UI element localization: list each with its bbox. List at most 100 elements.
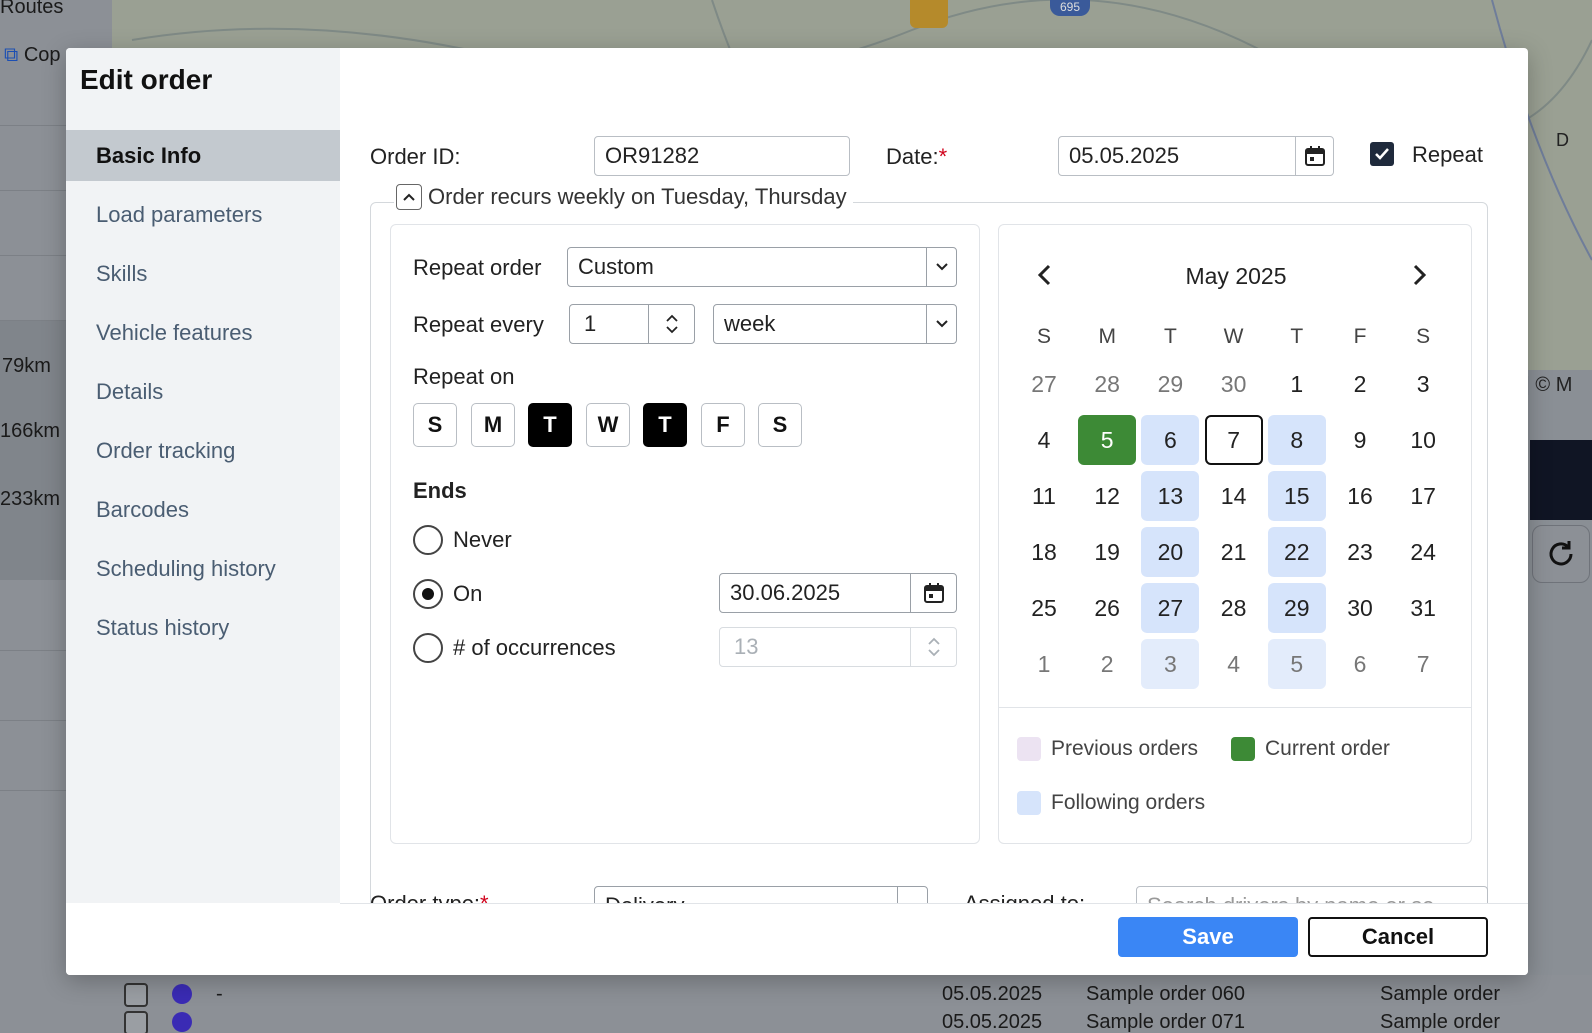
calendar-day[interactable]: 12 — [1078, 471, 1136, 521]
nav-item-barcodes[interactable]: Barcodes — [66, 484, 340, 535]
save-button[interactable]: Save — [1118, 917, 1298, 957]
nav-item-basic-info[interactable]: Basic Info — [66, 130, 340, 181]
end-date-field[interactable]: 30.06.2025 — [719, 573, 957, 613]
row-id: - — [216, 983, 223, 1005]
calendar-day[interactable]: 30 — [1205, 359, 1263, 409]
routes-tab[interactable]: Routes — [0, 0, 63, 19]
background-table-row[interactable]: - 05.05.2025 Sample order 060 Sample ord… — [104, 975, 1592, 1033]
calendar-day[interactable]: 13 — [1141, 471, 1200, 521]
following-orders-label: Following orders — [1051, 791, 1206, 814]
distance-1: 79km — [2, 355, 51, 377]
calendar-day[interactable]: 25 — [1015, 583, 1073, 633]
ends-on-radio[interactable] — [413, 579, 443, 609]
chevron-up-icon[interactable] — [665, 314, 678, 322]
ends-never-radio[interactable] — [413, 525, 443, 555]
calendar-day[interactable]: 22 — [1267, 527, 1326, 577]
calendar-day[interactable]: 21 — [1205, 527, 1263, 577]
calendar-day[interactable]: 17 — [1394, 471, 1452, 521]
calendar-day[interactable]: 26 — [1078, 583, 1136, 633]
map-marker-icon[interactable] — [910, 0, 948, 28]
calendar-day[interactable]: 1 — [1268, 359, 1326, 409]
calendar-icon[interactable] — [910, 574, 956, 612]
next-month-button[interactable] — [1409, 263, 1429, 292]
calendar-day[interactable]: 23 — [1331, 527, 1389, 577]
order-id-field[interactable]: OR91282 — [594, 136, 850, 176]
nav-item-order-tracking[interactable]: Order tracking — [66, 425, 340, 476]
current-order-swatch — [1231, 737, 1255, 761]
repeat-checkbox[interactable] — [1370, 142, 1394, 166]
calendar-day[interactable]: 1 — [1015, 639, 1073, 689]
calendar-day[interactable]: 4 — [1205, 639, 1263, 689]
chevron-down-icon[interactable] — [665, 326, 678, 334]
calendar-day[interactable]: 8 — [1267, 415, 1326, 465]
calendar-day[interactable]: 16 — [1331, 471, 1389, 521]
copy-button[interactable]: ⧉ Cop — [4, 44, 61, 67]
nav-item-load-parameters[interactable]: Load parameters — [66, 189, 340, 240]
recurrence-summary-header[interactable]: Order recurs weekly on Tuesday, Thursday — [394, 184, 853, 210]
weekday-wednesday[interactable]: W — [586, 403, 630, 447]
calendar-day[interactable]: 27 — [1141, 583, 1200, 633]
weekday-saturday[interactable]: S — [758, 403, 802, 447]
calendar-day[interactable]: 3 — [1394, 359, 1452, 409]
row-checkbox[interactable] — [124, 1011, 148, 1033]
calendar-day[interactable]: 5 — [1078, 415, 1137, 465]
calendar-day[interactable]: 31 — [1394, 583, 1452, 633]
map-label: D — [1556, 130, 1569, 150]
calendar-divider — [999, 707, 1471, 708]
never-label: Never — [453, 527, 512, 552]
calendar-day[interactable]: 20 — [1141, 527, 1200, 577]
calendar-day[interactable]: 7 — [1394, 639, 1452, 689]
calendar-day[interactable]: 4 — [1015, 415, 1073, 465]
ends-label: Ends — [413, 478, 467, 503]
repeat-every-stepper[interactable]: 1 — [569, 304, 695, 344]
weekday-thursday[interactable]: T — [643, 403, 687, 447]
nav-item-vehicle-features[interactable]: Vehicle features — [66, 307, 340, 358]
calendar-day[interactable]: 15 — [1267, 471, 1326, 521]
occurrences-value: 13 — [734, 634, 759, 659]
calendar-day[interactable]: 7 — [1204, 415, 1263, 465]
weekday-friday[interactable]: F — [701, 403, 745, 447]
repeat-order-select[interactable]: Custom — [567, 247, 957, 287]
nav-item-details[interactable]: Details — [66, 366, 340, 417]
calendar-day[interactable]: 6 — [1141, 415, 1200, 465]
ends-occurrences-radio[interactable] — [413, 633, 443, 663]
weekday-tuesday[interactable]: T — [528, 403, 572, 447]
refresh-button[interactable] — [1532, 525, 1590, 583]
calendar-day[interactable]: 18 — [1015, 527, 1073, 577]
calendar-day[interactable]: 5 — [1267, 639, 1326, 689]
calendar-day[interactable]: 10 — [1394, 415, 1452, 465]
stepper-arrows[interactable] — [648, 305, 694, 343]
calendar-day[interactable]: 19 — [1078, 527, 1136, 577]
calendar-day[interactable]: 28 — [1078, 359, 1136, 409]
repeat-unit-select[interactable]: week — [713, 304, 957, 344]
calendar-day[interactable]: 29 — [1267, 583, 1326, 633]
calendar-day[interactable]: 14 — [1205, 471, 1263, 521]
calendar-day[interactable]: 29 — [1141, 359, 1199, 409]
calendar-day[interactable]: 6 — [1331, 639, 1389, 689]
stepper-arrows — [910, 628, 956, 666]
nav-item-scheduling-history[interactable]: Scheduling history — [66, 543, 340, 594]
calendar-card: May 2025 S M T W T F S 27 28 29 30 1 2 3 4 5 6 7 8 9 10 11 12 1… — [998, 224, 1472, 844]
calendar-day[interactable]: 30 — [1331, 583, 1389, 633]
distance-3: 233km — [0, 488, 61, 510]
calendar-day[interactable]: 2 — [1331, 359, 1389, 409]
calendar-day[interactable]: 24 — [1394, 527, 1452, 577]
calendar-day[interactable]: 28 — [1205, 583, 1263, 633]
highway-badge: 695 — [1050, 0, 1090, 16]
cancel-button[interactable]: Cancel — [1308, 917, 1488, 957]
nav-item-skills[interactable]: Skills — [66, 248, 340, 299]
row-checkbox[interactable] — [124, 983, 148, 1007]
date-field[interactable]: 05.05.2025 — [1058, 136, 1334, 176]
calendar-day[interactable]: 3 — [1141, 639, 1200, 689]
check-icon — [1375, 148, 1389, 160]
weekday-monday[interactable]: M — [471, 403, 515, 447]
nav-item-status-history[interactable]: Status history — [66, 602, 340, 653]
weekday-sunday[interactable]: S — [413, 403, 457, 447]
calendar-day[interactable]: 2 — [1078, 639, 1136, 689]
calendar-day[interactable]: 9 — [1331, 415, 1389, 465]
chevron-up-icon[interactable] — [396, 184, 422, 210]
chevron-right-icon[interactable] — [1409, 263, 1429, 287]
calendar-day[interactable]: 27 — [1015, 359, 1073, 409]
calendar-icon[interactable] — [1295, 137, 1333, 175]
calendar-day[interactable]: 11 — [1015, 471, 1073, 521]
